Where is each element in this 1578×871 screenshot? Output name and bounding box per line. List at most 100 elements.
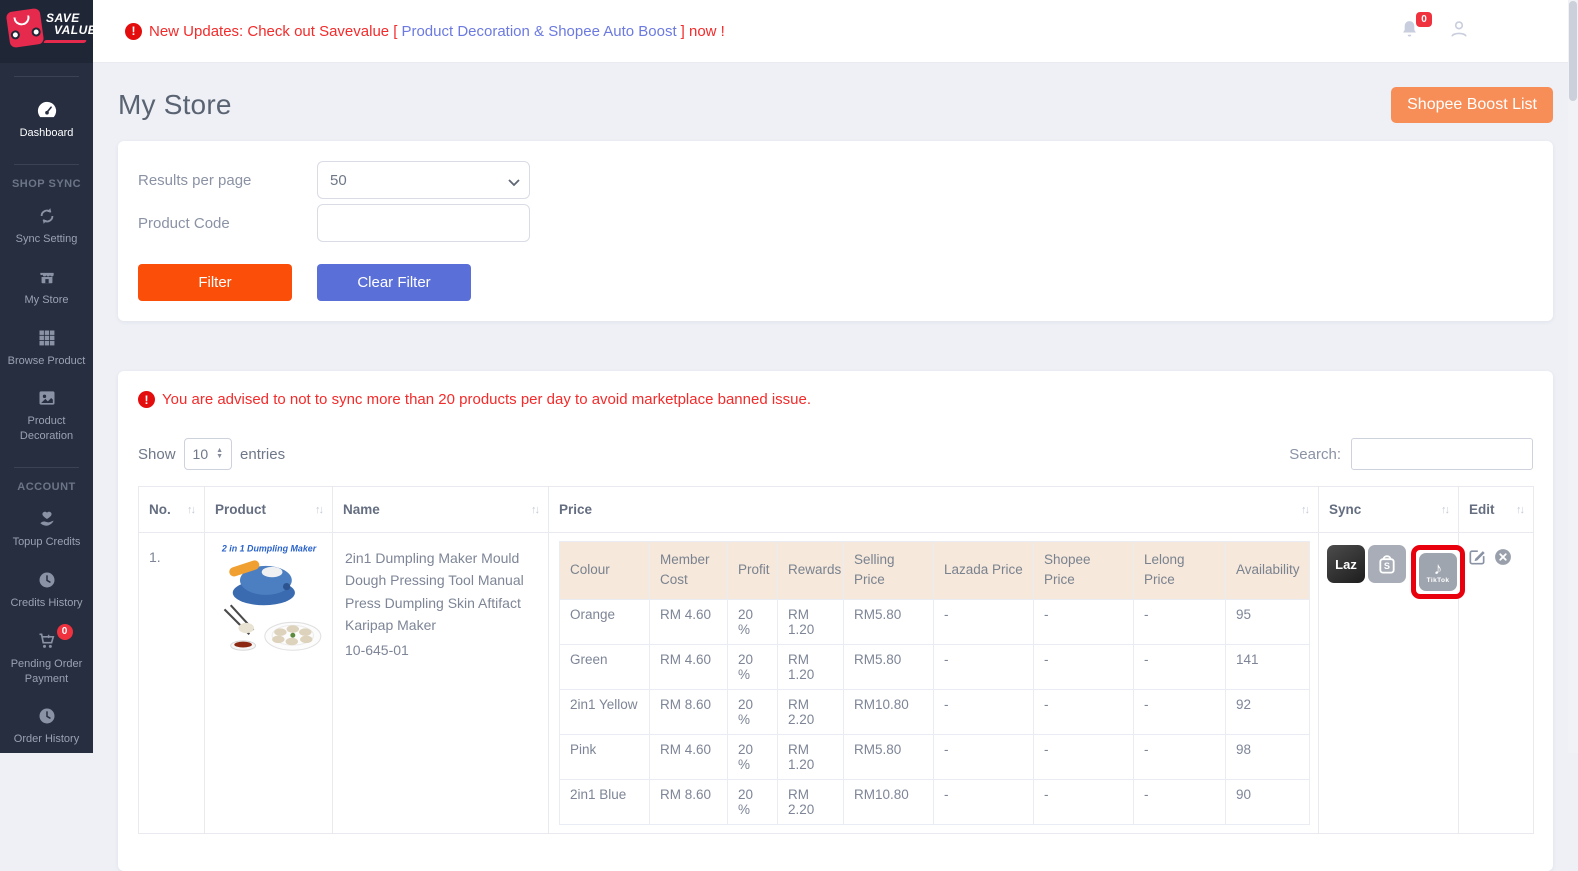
price-cell: RM 1.20 [778,644,844,689]
price-cell: - [1034,599,1134,644]
sync-warning: ! You are advised to not to sync more th… [138,391,1533,408]
sort-icon: ↑↓ [1441,504,1448,516]
price-header-row: ColourMember CostProfitRewardsSelling Pr… [560,542,1310,600]
column-header-product[interactable]: Product↑↓ [205,487,333,533]
price-cell: RM10.80 [844,689,934,734]
alert-icon: ! [125,23,142,40]
price-column-header: Lelong Price [1134,542,1226,600]
sort-icon: ↑↓ [531,504,538,516]
page-scrollbar[interactable] [1568,0,1578,753]
price-cell: 20 % [728,689,778,734]
price-column-header: Member Cost [650,542,728,600]
price-cell: 20 % [728,644,778,689]
clock-icon [37,570,57,590]
column-header-sync[interactable]: Sync↑↓ [1319,487,1459,533]
price-cell: 2in1 Blue [560,779,650,824]
brand-logo[interactable]: SAVE VALUE [0,0,93,63]
sidebar-item-label: Topup Credits [13,535,81,550]
tiktok-sync-icon[interactable]: ♪ TikTok [1419,553,1457,591]
price-cell: - [934,644,1034,689]
sidebar-item-label: Sync Setting [16,232,78,247]
lazada-sync-icon[interactable]: Laz [1327,545,1365,583]
price-row: OrangeRM 4.6020 %RM 1.20RM5.80---95 [560,599,1310,644]
price-cell: Green [560,644,650,689]
price-cell: - [1134,734,1226,779]
sidebar-item-browse-product[interactable]: Browse Product [0,318,93,379]
sidebar-item-order-history[interactable]: Order History [0,696,93,757]
show-entries-select[interactable]: 10 ▲▼ [184,438,233,470]
price-cell: - [934,599,1034,644]
clear-filter-button[interactable]: Clear Filter [317,264,471,301]
price-cell: - [1134,599,1226,644]
sidebar: SAVE VALUE Dashboard SHOP SYNC Sync Sett… [0,0,93,753]
shopee-boost-list-button[interactable]: Shopee Boost List [1391,87,1553,123]
price-cell: RM5.80 [844,644,934,689]
row-number: 1. [139,533,205,834]
price-cell: 90 [1226,779,1310,824]
search-label: Search: [1289,446,1341,463]
filter-card: Results per page 50 Product Code Filter … [118,141,1553,321]
price-cell: 20 % [728,599,778,644]
grid-icon [37,328,57,348]
sidebar-item-dashboard[interactable]: Dashboard [0,90,93,151]
price-row: GreenRM 4.6020 %RM 1.20RM5.80---141 [560,644,1310,689]
price-cell: RM5.80 [844,734,934,779]
notifications-bell-icon[interactable]: 0 [1399,18,1420,45]
user-profile-icon[interactable] [1448,18,1470,45]
delete-icon[interactable] [1493,547,1513,570]
price-cell: RM 8.60 [650,689,728,734]
sidebar-item-topup-credits[interactable]: Topup Credits [0,499,93,560]
price-row: 2in1 BlueRM 8.6020 %RM 2.20RM10.80---90 [560,779,1310,824]
svg-text:2 in 1 Dumpling Maker: 2 in 1 Dumpling Maker [220,543,316,553]
column-header-no[interactable]: No.↑↓ [139,487,205,533]
sidebar-item-label: Order History [14,732,79,747]
notice-suffix: ] now ! [681,23,725,40]
price-cell: - [934,689,1034,734]
store-icon [37,267,57,287]
price-row: 2in1 YellowRM 8.6020 %RM 2.20RM10.80---9… [560,689,1310,734]
price-cell: RM 8.60 [650,779,728,824]
sidebar-item-label: Pending Order Payment [4,657,89,687]
shopee-sync-icon[interactable]: S [1368,545,1406,583]
sidebar-item-product-decoration[interactable]: Product Decoration [0,378,93,454]
results-per-page-select[interactable]: 50 [317,161,530,199]
product-code-input[interactable] [317,204,530,242]
cart-icon: 0 [37,631,57,651]
edit-icon[interactable] [1467,547,1487,570]
sort-icon: ↑↓ [315,504,322,516]
sidebar-item-sync-setting[interactable]: Sync Setting [0,196,93,257]
price-cell: RM 1.20 [778,599,844,644]
price-cell: - [1034,734,1134,779]
sidebar-item-my-store[interactable]: My Store [0,257,93,318]
sidebar-item-pending-order-payment[interactable]: 0 Pending Order Payment [0,621,93,697]
sidebar-section-shop-sync: SHOP SYNC [0,178,93,190]
topbar: ! New Updates: Check out Savevalue [ Pro… [93,0,1578,63]
divider [14,76,79,77]
price-cell: - [934,734,1034,779]
column-header-price[interactable]: Price↑↓ [549,487,1319,533]
price-cell: - [1134,779,1226,824]
entries-label: entries [240,446,285,463]
price-column-header: Shopee Price [1034,542,1134,600]
brand-bag-icon [6,8,45,48]
price-cell: RM 4.60 [650,599,728,644]
image-icon [37,388,57,408]
notice-link[interactable]: Product Decoration & Shopee Auto Boost [401,23,676,40]
hand-heart-icon [37,509,57,529]
search-input[interactable] [1351,438,1533,470]
filter-button[interactable]: Filter [138,264,292,301]
price-cell: 141 [1226,644,1310,689]
dashboard-icon [36,100,58,120]
sidebar-item-credits-history[interactable]: Credits History [0,560,93,621]
scrollbar-thumb[interactable] [1569,1,1577,101]
price-cell: 98 [1226,734,1310,779]
price-cell: - [1034,779,1134,824]
sidebar-section-account: ACCOUNT [0,481,93,493]
column-header-edit[interactable]: Edit↑↓ [1459,487,1534,533]
price-cell: 95 [1226,599,1310,644]
price-row: PinkRM 4.6020 %RM 1.20RM5.80---98 [560,734,1310,779]
column-header-name[interactable]: Name↑↓ [333,487,549,533]
products-card: ! You are advised to not to sync more th… [118,371,1553,871]
price-cell: - [1134,689,1226,734]
price-cell: Pink [560,734,650,779]
